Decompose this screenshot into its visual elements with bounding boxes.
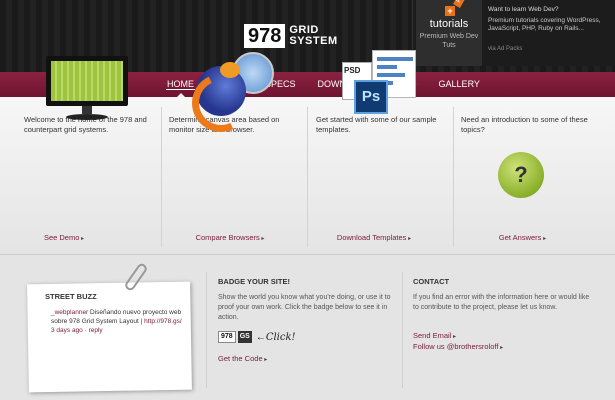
feature-templates: Get started with some of our sample temp…: [316, 97, 462, 255]
ad-premium-label: Premium Web Dev Tuts: [419, 33, 479, 49]
get-answers-link[interactable]: Get Answers: [455, 233, 590, 242]
divider: [402, 272, 403, 388]
ad-brand: tutorials: [429, 18, 469, 30]
see-demo-link[interactable]: See Demo: [0, 233, 128, 242]
street-buzz-title: STREET BUZZ: [45, 292, 97, 301]
arrow-left-icon: ←: [255, 331, 266, 343]
contact-title: CONTACT: [413, 277, 450, 286]
divider: [206, 272, 207, 388]
divider: [161, 107, 162, 247]
tweet: _webplanner Diseñando nuevo proyecto web…: [51, 309, 182, 334]
psd-label: PSD: [344, 66, 361, 75]
tweet-user-link[interactable]: _webplanner: [51, 309, 88, 316]
ad-title: Want to learn Web Dev?: [488, 6, 559, 13]
nav-gallery[interactable]: GALLERY: [428, 72, 491, 97]
download-templates-link[interactable]: Download Templates: [304, 233, 444, 242]
sponsor-ad[interactable]: + tutorials Premium Web Dev Tuts From $9…: [412, 0, 615, 66]
compare-browsers-link[interactable]: Compare Browsers: [155, 233, 305, 242]
question-icon: ?: [498, 152, 544, 198]
photoshop-icon: Ps: [354, 80, 388, 114]
get-code-link[interactable]: Get the Code: [218, 354, 267, 363]
logo-line-2: SYSTEM: [289, 35, 338, 47]
divider: [307, 107, 308, 247]
follow-link[interactable]: Follow us @brothersroloff: [413, 342, 503, 351]
contact-text: If you find an error with the informatio…: [413, 294, 590, 311]
tweet-reply-link[interactable]: reply: [89, 327, 103, 334]
feature-text: Get started with some of our sample temp…: [316, 115, 437, 134]
firefox-icon: [196, 62, 246, 116]
send-email-link[interactable]: Send Email: [413, 331, 456, 340]
ad-logo[interactable]: + tutorials Premium Web Dev Tuts: [416, 0, 482, 66]
logo-text: GRID SYSTEM: [289, 25, 337, 47]
badge[interactable]: 978 GS ← Click!: [218, 331, 296, 343]
badge-click-label: Click!: [265, 331, 296, 343]
ad-copy[interactable]: Want to learn Web Dev? Premium tutorials…: [488, 6, 613, 33]
logo-number: 978: [244, 24, 286, 48]
monitor-icon: [46, 56, 128, 124]
badge-gs: GS: [237, 331, 252, 343]
tweet-time[interactable]: 3 days ago: [51, 327, 83, 334]
plus-icon: +: [445, 6, 455, 16]
ad-body: Premium tutorials covering WordPress, Ja…: [488, 17, 601, 32]
badge-text: Show the world you know what you're doin…: [218, 294, 391, 321]
badge-title: BADGE YOUR SITE!: [218, 277, 290, 286]
site-logo[interactable]: 978 GRID SYSTEM: [244, 24, 338, 48]
feature-text: Need an introduction to some of these to…: [461, 115, 588, 134]
divider: [453, 107, 454, 247]
ad-via-link[interactable]: via Ad Packs: [488, 46, 522, 52]
badge-number: 978: [218, 331, 236, 343]
tweet-url-link[interactable]: http://978.gs/: [144, 318, 182, 325]
